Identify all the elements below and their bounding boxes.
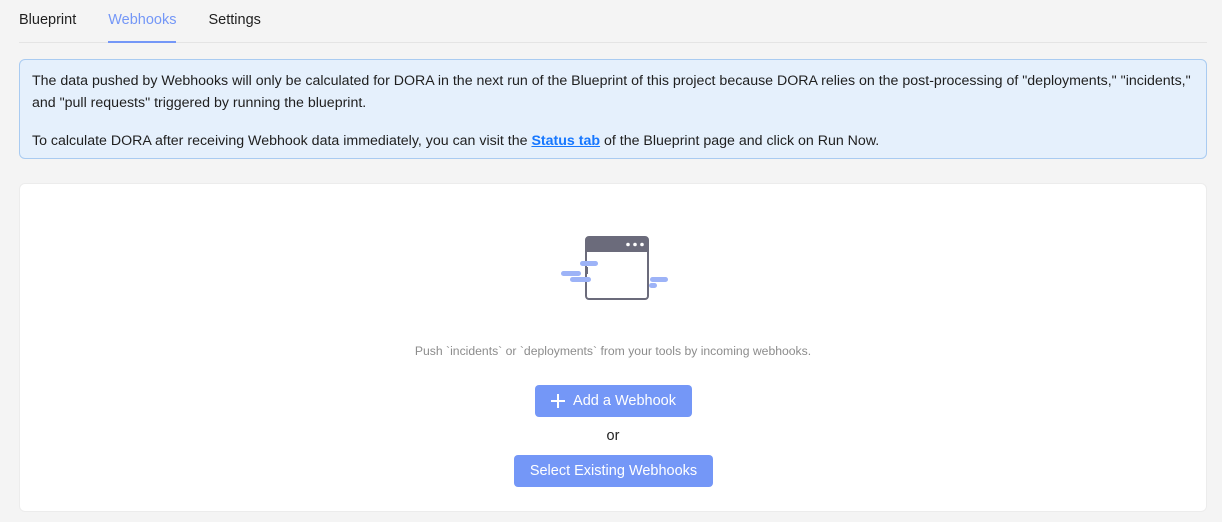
select-existing-webhooks-label: Select Existing Webhooks [529, 463, 698, 479]
notice-line-2-after: of the Blueprint page and click on Run N… [600, 133, 880, 149]
tab-webhooks[interactable]: Webhooks [108, 0, 177, 43]
or-separator: or [606, 428, 620, 444]
notice-line-2: To calculate DORA after receiving Webhoo… [32, 130, 1194, 152]
status-tab-link[interactable]: Status tab [531, 133, 600, 149]
add-webhook-label: Add a Webhook [573, 393, 676, 409]
tab-settings[interactable]: Settings [208, 0, 260, 43]
tab-blueprint[interactable]: Blueprint [19, 0, 76, 43]
select-existing-webhooks-button[interactable]: Select Existing Webhooks [514, 455, 713, 487]
webhook-window-icon [561, 236, 668, 300]
webhooks-empty-card: Push `incidents` or `deployments` from y… [19, 183, 1207, 512]
info-notice: The data pushed by Webhooks will only be… [19, 59, 1207, 159]
notice-line-2-before: To calculate DORA after receiving Webhoo… [32, 133, 532, 149]
empty-state-description: Push `incidents` or `deployments` from y… [414, 344, 812, 358]
add-webhook-button[interactable]: Add a Webhook [535, 385, 692, 417]
plus-icon [551, 394, 566, 408]
tab-bar: Blueprint Webhooks Settings [19, 0, 1207, 43]
notice-line-1: The data pushed by Webhooks will only be… [32, 73, 1191, 111]
